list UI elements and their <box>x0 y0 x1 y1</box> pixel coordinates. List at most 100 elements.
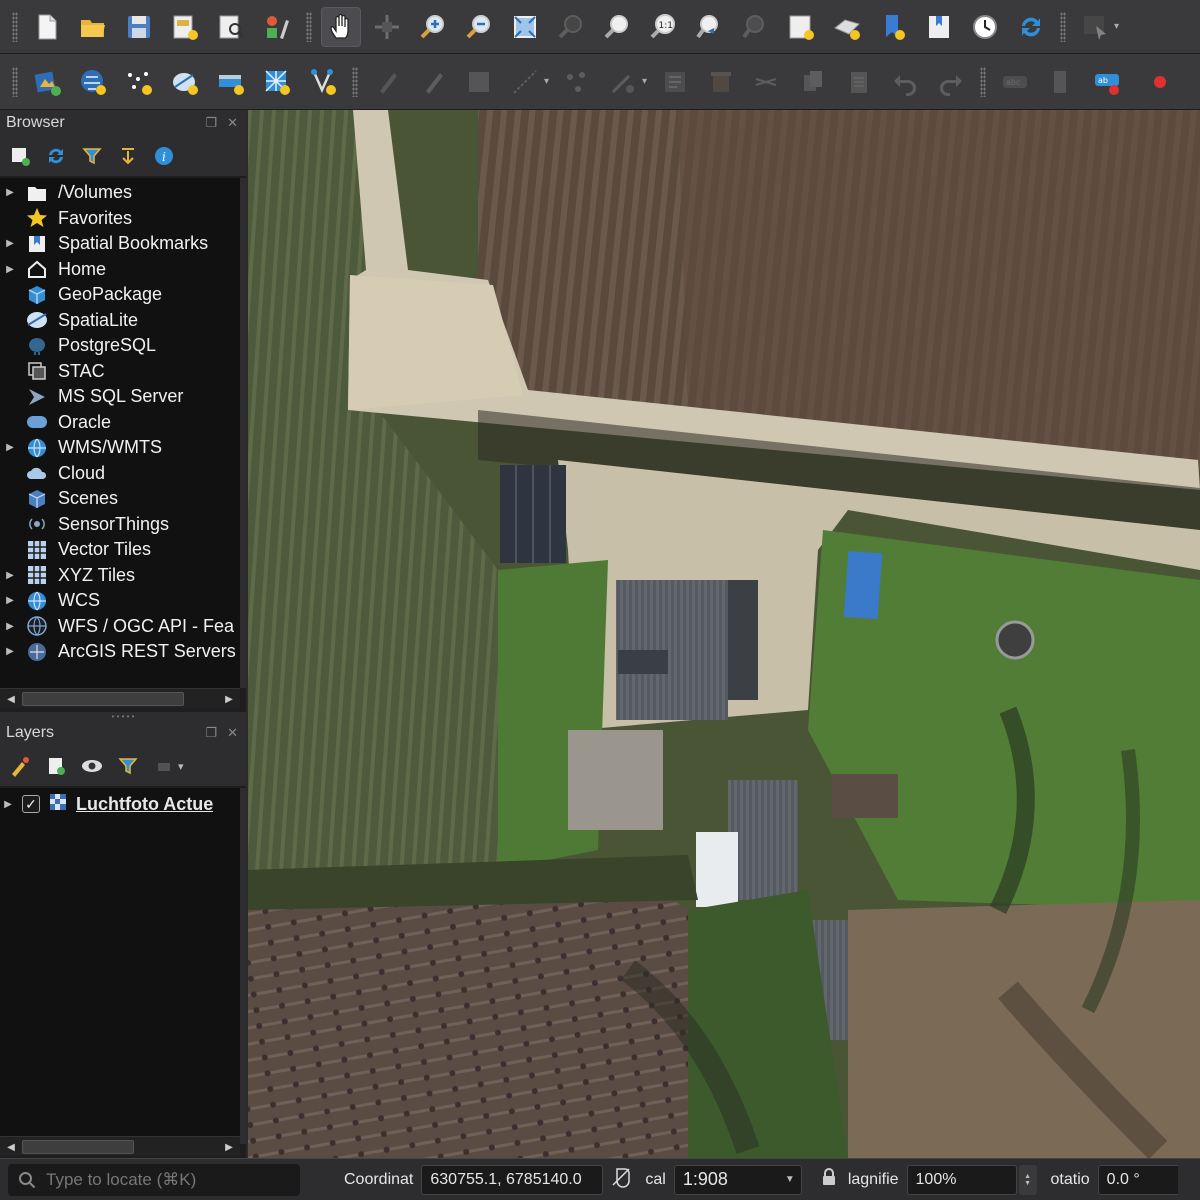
label-toolbar-icon[interactable]: abc <box>995 62 1035 102</box>
browser-item[interactable]: ▶ XYZ Tiles <box>0 563 240 589</box>
layer-styling-icon[interactable] <box>8 754 32 778</box>
browser-item[interactable]: ▶ /Volumes <box>0 180 240 206</box>
scroll-right-icon[interactable]: ▶ <box>221 691 237 707</box>
refresh-icon[interactable] <box>44 144 68 168</box>
float-panel-icon[interactable]: ❐ <box>205 115 217 131</box>
zoom-in-icon[interactable] <box>413 7 453 47</box>
new-3d-map-view-icon[interactable] <box>827 7 867 47</box>
dock-splitter[interactable]: • • • • • <box>0 712 246 721</box>
magnifier-field[interactable]: 100% <box>906 1164 1017 1195</box>
browser-item[interactable]: GeoPackage <box>0 282 240 308</box>
show-bookmarks-icon[interactable] <box>919 7 959 47</box>
undo-icon[interactable] <box>885 62 925 102</box>
layers-vertical-scrollbar[interactable] <box>240 788 246 1144</box>
save-project-icon[interactable] <box>119 7 159 47</box>
remove-layer-dropdown[interactable]: ▾ <box>178 760 184 773</box>
browser-item[interactable]: ▶ Spatial Bookmarks <box>0 231 240 257</box>
browser-horizontal-scrollbar[interactable]: ◀ ▶ <box>0 688 240 708</box>
cut-features-icon[interactable] <box>701 62 741 102</box>
map-canvas[interactable] <box>248 110 1200 1158</box>
remove-layer-icon[interactable] <box>152 754 176 778</box>
zoom-out-icon[interactable] <box>459 7 499 47</box>
pan-icon[interactable] <box>321 6 361 47</box>
toolbar-grip[interactable] <box>12 66 18 97</box>
expand-arrow-icon[interactable]: ▶ <box>0 595 20 606</box>
new-map-view-icon[interactable] <box>781 7 821 47</box>
browser-item[interactable]: Cloud <box>0 461 240 487</box>
copy-features-icon[interactable] <box>747 62 787 102</box>
magnifier-stepper[interactable]: ▲ ▼ <box>1018 1164 1037 1195</box>
mouse-toggle-icon[interactable] <box>611 1165 631 1194</box>
modify-dropdown[interactable]: ▾ <box>642 62 652 102</box>
zoom-next-icon[interactable] <box>735 7 775 47</box>
float-panel-icon[interactable]: ❐ <box>205 725 217 741</box>
vertex-tool-icon[interactable] <box>557 62 597 102</box>
open-project-icon[interactable] <box>73 7 113 47</box>
toolbar-grip[interactable] <box>352 66 358 97</box>
browser-item[interactable]: ▶ Home <box>0 257 240 283</box>
layer-name[interactable]: Luchtfoto Actue <box>76 794 213 815</box>
modify-attributes-icon[interactable] <box>603 62 643 102</box>
data-source-manager-icon[interactable] <box>27 62 67 102</box>
browser-item[interactable]: Vector Tiles <box>0 537 240 563</box>
toolbar-grip[interactable] <box>980 66 986 97</box>
browser-item[interactable]: ▶ WCS <box>0 588 240 614</box>
chevron-down-icon[interactable]: ▼ <box>785 1174 795 1185</box>
scrollbar-thumb[interactable] <box>22 692 184 706</box>
expand-arrow-icon[interactable]: ▶ <box>0 646 20 657</box>
digitize-icon[interactable] <box>505 62 545 102</box>
browser-item[interactable]: Oracle <box>0 410 240 436</box>
browser-item[interactable]: ▶ WFS / OGC API - Fea <box>0 614 240 640</box>
zoom-full-icon[interactable] <box>505 7 545 47</box>
new-virtual-layer-icon[interactable] <box>211 62 251 102</box>
close-panel-icon[interactable]: ✕ <box>227 115 238 131</box>
browser-item[interactable]: ▶ WMS/WMTS <box>0 435 240 461</box>
locator-search[interactable]: Type to locate (⌘K) <box>8 1163 300 1196</box>
new-spatialite-layer-icon[interactable] <box>165 62 205 102</box>
new-gps-layer-icon[interactable] <box>303 62 343 102</box>
new-print-layout-icon[interactable] <box>165 7 205 47</box>
scroll-right-icon[interactable]: ▶ <box>221 1139 237 1155</box>
refresh-icon[interactable] <box>1011 7 1051 47</box>
expand-arrow-icon[interactable]: ▶ <box>0 570 20 581</box>
current-edits-icon[interactable] <box>367 62 407 102</box>
scroll-left-icon[interactable]: ◀ <box>3 691 19 707</box>
browser-item[interactable]: SensorThings <box>0 512 240 538</box>
properties-icon[interactable]: i <box>152 144 176 168</box>
visibility-icon[interactable] <box>80 754 104 778</box>
paste-features-icon[interactable] <box>839 62 879 102</box>
toolbar-grip[interactable] <box>12 11 18 42</box>
coordinate-field[interactable]: 630755.1, 6785140.0 <box>421 1164 604 1195</box>
filter-legend-icon[interactable] <box>116 754 140 778</box>
pin-label-icon[interactable] <box>1041 62 1081 102</box>
browser-item[interactable]: STAC <box>0 359 240 385</box>
zoom-to-layer-icon[interactable] <box>597 7 637 47</box>
lock-scale-icon[interactable] <box>820 1167 838 1192</box>
style-manager-icon[interactable] <box>257 7 297 47</box>
new-mesh-layer-icon[interactable] <box>257 62 297 102</box>
browser-item[interactable]: SpatiaLite <box>0 308 240 334</box>
expand-arrow-icon[interactable]: ▶ <box>0 442 20 453</box>
zoom-last-icon[interactable] <box>689 7 729 47</box>
browser-item[interactable]: Favorites <box>0 206 240 232</box>
label-highlight-icon[interactable]: ab <box>1087 62 1127 102</box>
zoom-native-icon[interactable]: 1:1 <box>643 7 683 47</box>
layers-horizontal-scrollbar[interactable]: ◀ ▶ <box>0 1136 240 1156</box>
browser-item[interactable]: ▶ ArcGIS REST Servers <box>0 639 240 665</box>
rotation-field[interactable]: 0.0 ° <box>1097 1164 1178 1195</box>
label-remove-icon[interactable] <box>1133 62 1173 102</box>
new-geopackage-layer-icon[interactable] <box>73 62 113 102</box>
layer-item[interactable]: ▶ ✓ Luchtfoto Actue <box>0 790 240 818</box>
expand-arrow-icon[interactable]: ▶ <box>0 187 20 198</box>
browser-item[interactable]: PostgreSQL <box>0 333 240 359</box>
add-selected-layers-icon[interactable] <box>8 144 32 168</box>
expand-arrow-icon[interactable]: ▶ <box>0 238 20 249</box>
filter-icon[interactable] <box>80 144 104 168</box>
temporal-controller-icon[interactable] <box>965 7 1005 47</box>
digitize-dropdown[interactable]: ▾ <box>544 62 554 102</box>
browser-item[interactable]: MS SQL Server <box>0 384 240 410</box>
browser-item[interactable]: Scenes <box>0 486 240 512</box>
scrollbar-thumb[interactable] <box>22 1140 134 1154</box>
layer-visibility-checkbox[interactable]: ✓ <box>22 795 40 813</box>
expand-arrow-icon[interactable]: ▶ <box>0 621 20 632</box>
